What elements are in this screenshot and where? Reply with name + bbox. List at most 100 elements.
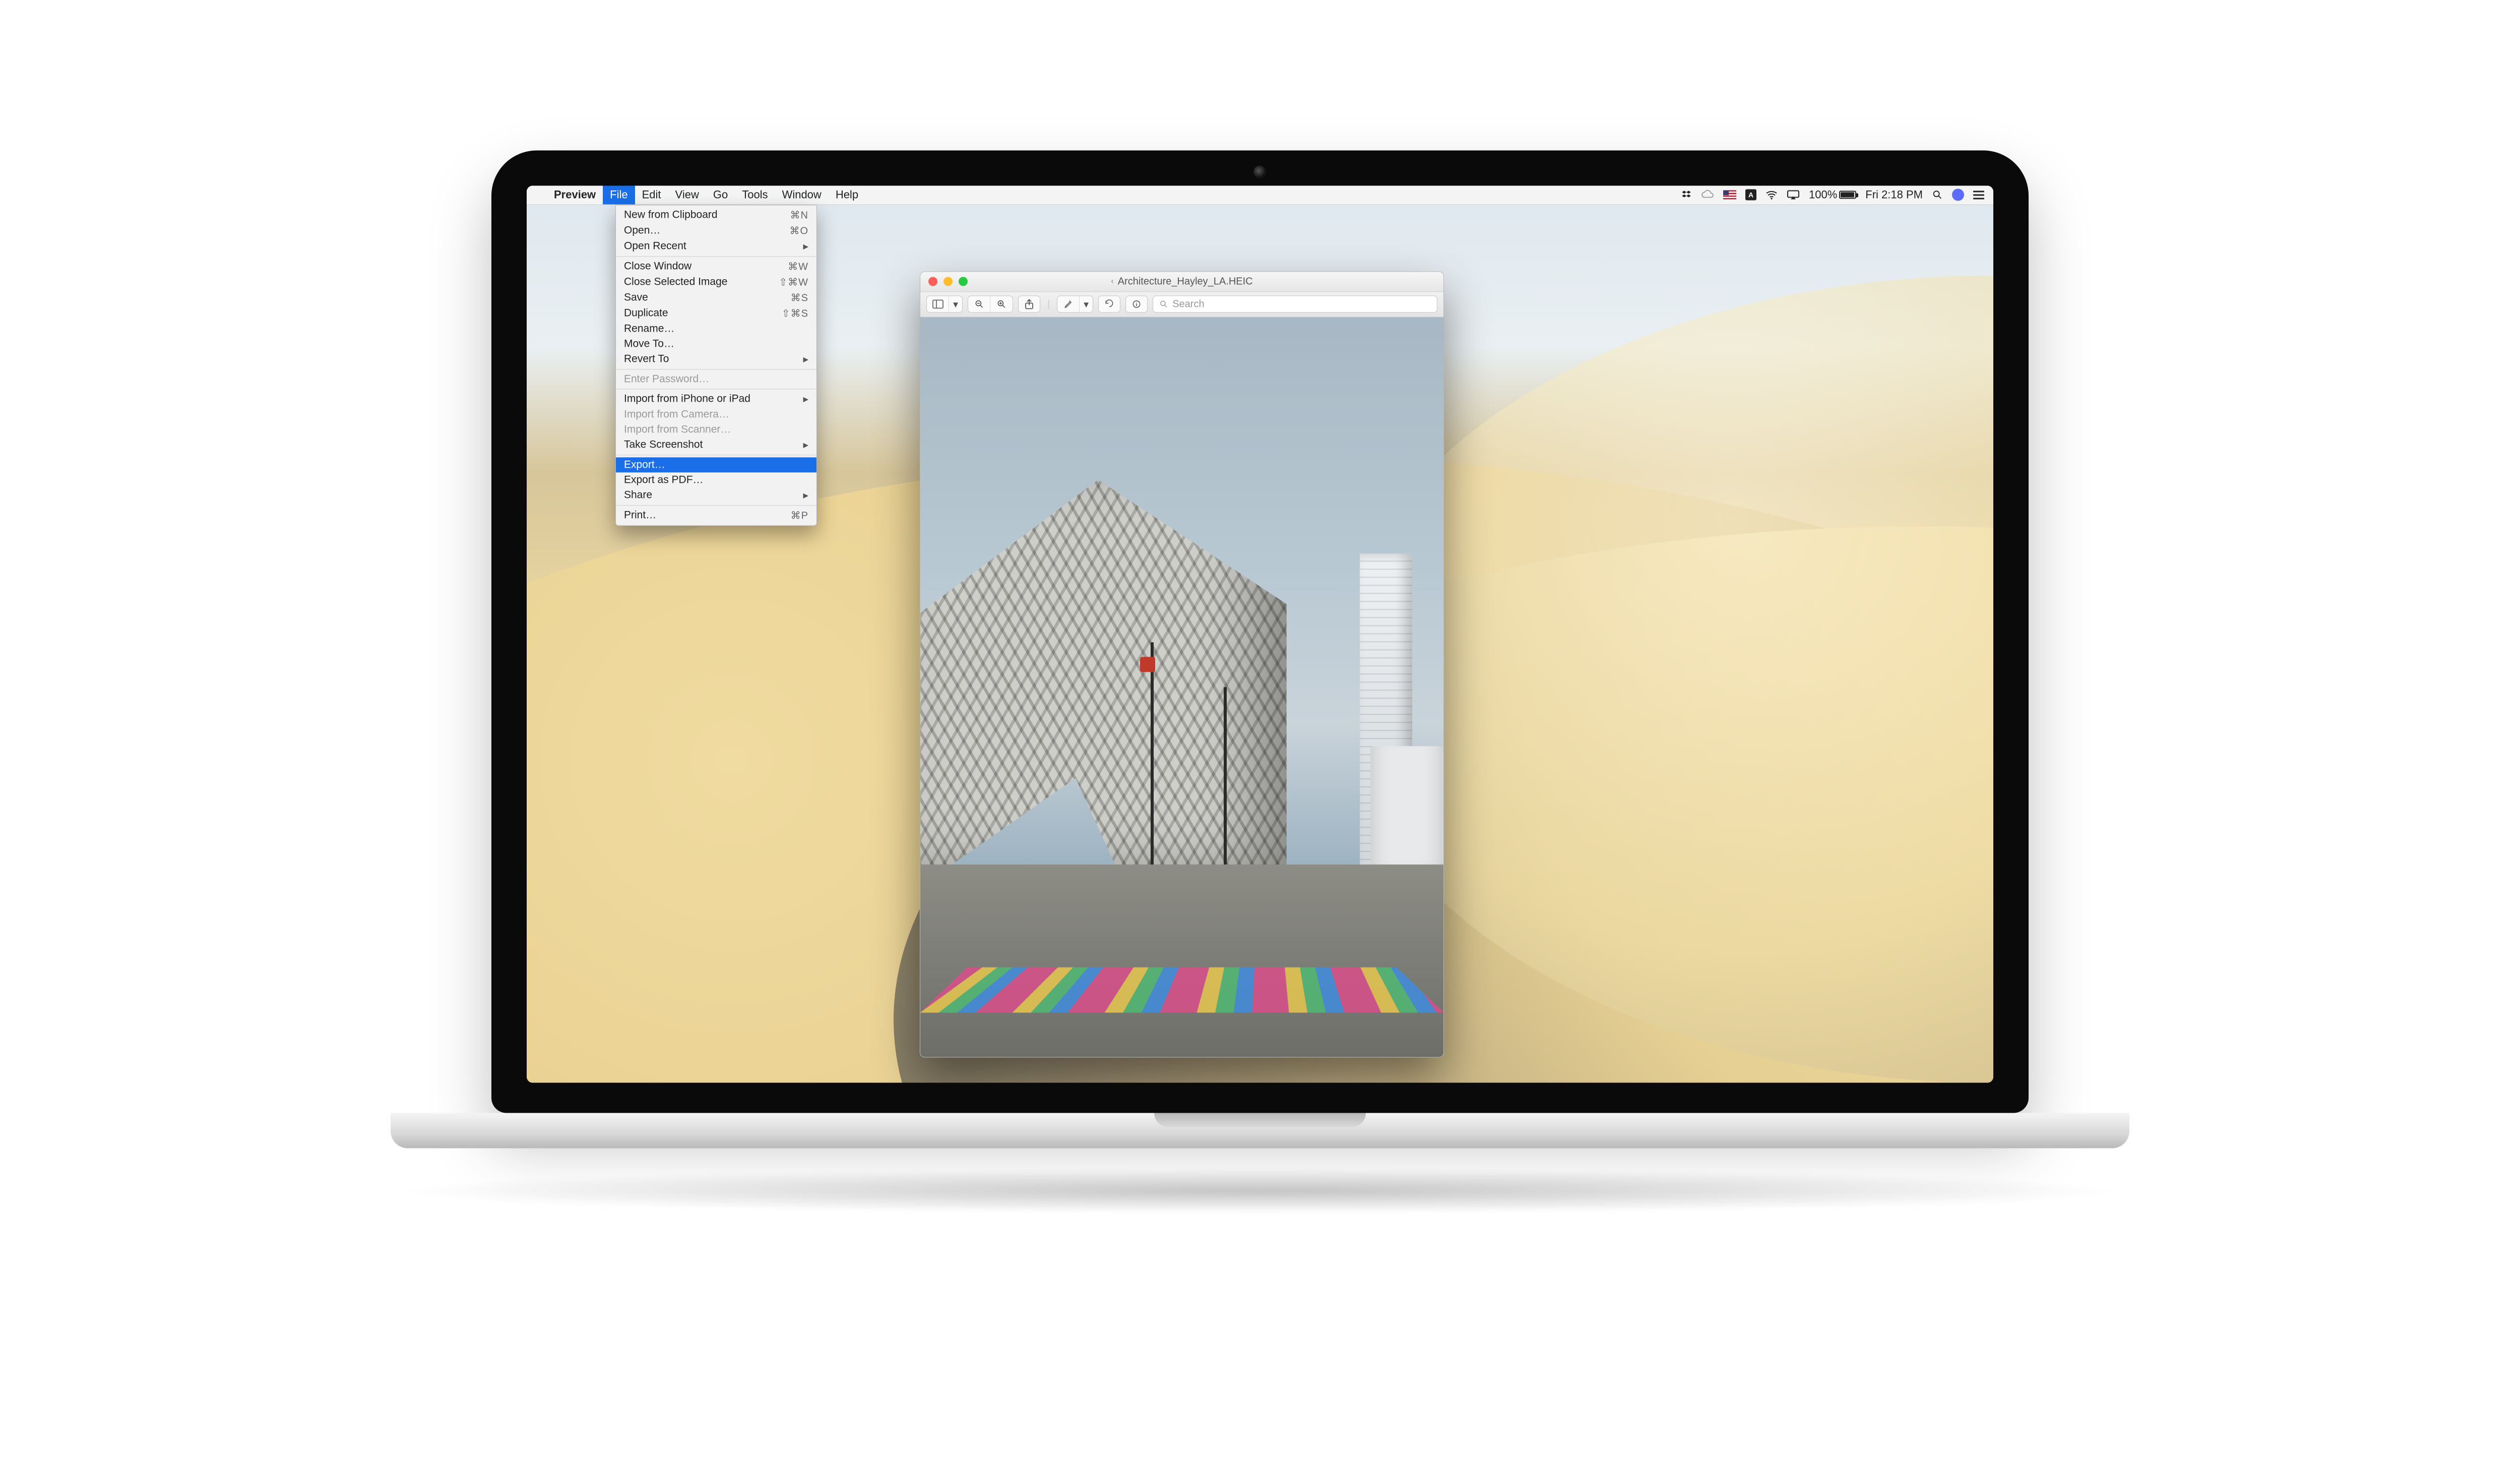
menu-file[interactable]: File <box>603 185 635 205</box>
menu-item-shortcut: ⇧⌘S <box>782 307 808 319</box>
file-menu-item[interactable]: Save⌘S <box>616 290 816 305</box>
file-menu-item[interactable]: Take Screenshot▸ <box>616 437 816 453</box>
menu-item-shortcut: ⌘P <box>791 509 808 522</box>
file-menu-item[interactable]: Import from iPhone or iPad▸ <box>616 391 816 407</box>
menu-help[interactable]: Help <box>829 185 865 205</box>
wifi-icon[interactable] <box>1766 190 1778 200</box>
share-button[interactable] <box>1018 296 1040 313</box>
preview-toolbar: ▾ <box>920 292 1443 317</box>
menu-item-label: Duplicate <box>624 307 782 319</box>
menu-item-shortcut: ⌘S <box>791 291 808 304</box>
submenu-arrow-icon: ▸ <box>803 353 808 365</box>
file-menu-item[interactable]: New from Clipboard⌘N <box>616 207 816 223</box>
sidebar-toggle-caret[interactable]: ▾ <box>949 296 962 312</box>
menu-tools[interactable]: Tools <box>735 185 775 205</box>
menu-item-label: Close Window <box>624 261 788 273</box>
menu-item-label: Import from Scanner… <box>624 423 808 435</box>
laptop-camera <box>1253 165 1267 178</box>
submenu-arrow-icon: ▸ <box>803 489 808 501</box>
cloud-sync-icon[interactable] <box>1701 190 1714 200</box>
battery-icon <box>1839 191 1856 199</box>
menu-item-label: Share <box>624 489 803 501</box>
image-traffic-pole <box>1224 687 1227 894</box>
file-menu-item[interactable]: Open Recent▸ <box>616 238 816 254</box>
file-menu-item[interactable]: Share▸ <box>616 487 816 503</box>
menu-item-label: Revert To <box>624 353 803 365</box>
window-titlebar[interactable]: ‹ Architecture_Hayley_LA.HEIC <box>920 272 1443 292</box>
submenu-arrow-icon: ▸ <box>803 240 808 252</box>
window-title: Architecture_Hayley_LA.HEIC <box>1118 276 1253 287</box>
menu-item-label: Close Selected Image <box>624 276 779 288</box>
notification-center-icon[interactable] <box>1973 190 1984 199</box>
window-close-button[interactable] <box>928 277 937 286</box>
preview-window: ‹ Architecture_Hayley_LA.HEIC ▾ <box>920 271 1444 1057</box>
menu-item-shortcut: ⌘W <box>788 260 808 273</box>
markup-caret[interactable]: ▾ <box>1080 296 1093 312</box>
battery-status[interactable]: 100% <box>1809 188 1856 202</box>
user-avatar-icon[interactable] <box>1952 189 1964 201</box>
menu-item-label: New from Clipboard <box>624 209 790 221</box>
menu-separator <box>616 256 816 257</box>
menu-item-label: Print… <box>624 509 791 522</box>
menu-bar-clock[interactable]: Fri 2:18 PM <box>1865 188 1923 202</box>
toolbar-search[interactable]: Search <box>1153 296 1437 313</box>
window-zoom-button[interactable] <box>959 277 968 286</box>
menu-item-label: Take Screenshot <box>624 439 803 451</box>
menu-view[interactable]: View <box>668 185 706 205</box>
file-menu-item[interactable]: Revert To▸ <box>616 351 816 367</box>
menu-edit[interactable]: Edit <box>635 185 668 205</box>
file-menu-dropdown: New from Clipboard⌘NOpen…⌘OOpen Recent▸C… <box>615 205 817 526</box>
a-square-icon[interactable]: A <box>1745 189 1756 201</box>
menu-item-shortcut: ⇧⌘W <box>779 276 808 288</box>
file-menu-item[interactable]: Move To… <box>616 336 816 351</box>
file-menu-item[interactable]: Print…⌘P <box>616 507 816 523</box>
file-menu-item[interactable]: Export… <box>616 457 816 472</box>
macos-desktop: Preview File Edit View Go Tools Window H… <box>527 185 1993 1082</box>
file-menu-item[interactable]: Close Selected Image⇧⌘W <box>616 274 816 290</box>
menu-item-label: Open… <box>624 225 789 237</box>
markup-toolbar-button[interactable] <box>1125 296 1148 313</box>
menu-item-label: Rename… <box>624 323 808 335</box>
menu-item-label: Open Recent <box>624 240 803 252</box>
laptop-base <box>391 1113 2129 1148</box>
battery-percent-text: 100% <box>1809 188 1837 202</box>
zoom-out-button[interactable] <box>968 296 990 312</box>
menu-item-label: Save <box>624 292 791 304</box>
menu-item-shortcut: ⌘N <box>790 209 808 221</box>
app-name[interactable]: Preview <box>547 185 603 205</box>
file-menu-item: Enter Password… <box>616 371 816 387</box>
file-menu-item[interactable]: Export as PDF… <box>616 472 816 487</box>
macbook-mockup: Preview File Edit View Go Tools Window H… <box>491 150 2029 1213</box>
file-menu-item[interactable]: Close Window⌘W <box>616 259 816 274</box>
image-ground <box>920 864 1443 1057</box>
markup-pen-button[interactable] <box>1057 296 1080 312</box>
spotlight-icon[interactable] <box>1932 189 1943 201</box>
zoom-in-button[interactable] <box>990 296 1013 312</box>
title-back-chevron-icon: ‹ <box>1111 277 1113 286</box>
image-traffic-pole <box>1151 643 1154 894</box>
dropbox-icon[interactable] <box>1681 189 1692 201</box>
menu-item-label: Move To… <box>624 338 808 350</box>
window-minimize-button[interactable] <box>943 277 953 286</box>
rotate-button[interactable] <box>1098 296 1120 313</box>
menu-item-label: Export… <box>624 459 808 471</box>
menu-go[interactable]: Go <box>706 185 735 205</box>
menu-item-label: Import from Camera… <box>624 408 808 420</box>
menu-item-shortcut: ⌘O <box>789 224 808 237</box>
image-canvas[interactable] <box>920 317 1443 1057</box>
menu-window[interactable]: Window <box>775 185 829 205</box>
search-icon <box>1159 300 1168 309</box>
file-menu-item[interactable]: Duplicate⇧⌘S <box>616 305 816 321</box>
submenu-arrow-icon: ▸ <box>803 438 808 451</box>
menu-bar: Preview File Edit View Go Tools Window H… <box>527 185 1993 205</box>
file-menu-item[interactable]: Open…⌘O <box>616 223 816 238</box>
file-menu-item[interactable]: Rename… <box>616 321 816 336</box>
search-placeholder: Search <box>1172 298 1204 310</box>
menu-item-label: Enter Password… <box>624 373 808 385</box>
file-menu-item: Import from Camera… <box>616 407 816 422</box>
toolbar-divider <box>1045 298 1052 310</box>
file-menu-item: Import from Scanner… <box>616 422 816 437</box>
airplay-icon[interactable] <box>1787 190 1800 200</box>
sidebar-toggle-button[interactable] <box>927 296 949 312</box>
us-flag-icon[interactable] <box>1723 190 1736 200</box>
